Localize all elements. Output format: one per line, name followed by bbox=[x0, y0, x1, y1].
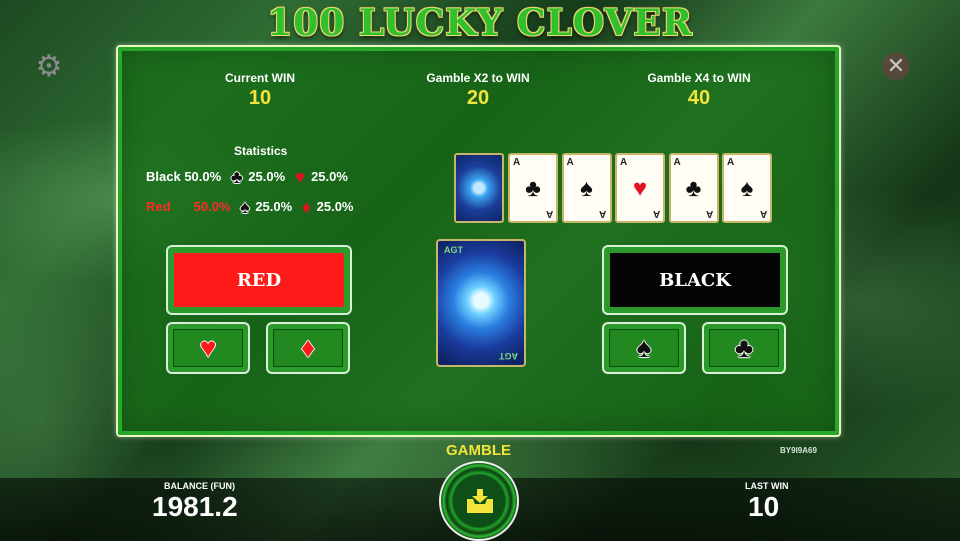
build-code: BY9I9A69 bbox=[780, 446, 817, 455]
last-win-label: LAST WIN bbox=[745, 481, 789, 491]
card-rank: A bbox=[727, 157, 735, 168]
card-rank: A bbox=[706, 208, 714, 219]
stat-row-black: Black 50.0% ♣ 25.0% ♥ 25.0% bbox=[146, 167, 348, 188]
gamble-x2-label: Gamble X2 to WIN bbox=[426, 71, 530, 85]
history-card: A ♠ A bbox=[722, 153, 772, 223]
black-button[interactable]: BLACK bbox=[602, 245, 788, 315]
stat-diamond-percent: 25.0% bbox=[316, 199, 354, 214]
statistics-title: Statistics bbox=[234, 144, 288, 158]
gamble-x4-value: 40 bbox=[687, 87, 711, 109]
history-card: A ♥ A bbox=[615, 153, 665, 223]
club-icon: ♣ bbox=[230, 167, 243, 187]
gamble-card-back: AGT AGT bbox=[436, 239, 526, 367]
gear-icon[interactable]: ⚙ bbox=[34, 52, 64, 82]
stat-red-label: Red bbox=[146, 199, 171, 214]
collect-button[interactable] bbox=[439, 461, 519, 541]
gamble-x4: Gamble X4 to WIN 40 bbox=[609, 71, 789, 110]
current-win: Current WIN 10 bbox=[170, 71, 350, 110]
heart-button[interactable]: ♥ bbox=[166, 322, 250, 374]
card-rank: A bbox=[513, 157, 521, 168]
card-brand-bottom: AGT bbox=[499, 351, 518, 361]
club-button[interactable]: ♣ bbox=[702, 322, 786, 374]
card-suit-icon: ♣ bbox=[685, 175, 702, 202]
gamble-x2: Gamble X2 to WIN 20 bbox=[388, 71, 568, 110]
card-suit-icon: ♣ bbox=[525, 175, 541, 202]
card-rank: A bbox=[566, 157, 574, 168]
card-rank: A bbox=[673, 157, 681, 168]
collect-icon bbox=[463, 487, 497, 515]
balance-value: 1981.2 bbox=[152, 491, 238, 522]
card-rank: A bbox=[599, 208, 607, 219]
club-icon: ♣ bbox=[734, 332, 754, 363]
gamble-x4-label: Gamble X4 to WIN bbox=[647, 71, 751, 85]
gamble-panel: Current WIN 10 Gamble X2 to WIN 20 Gambl… bbox=[116, 45, 841, 437]
card-suit-icon: ♥ bbox=[632, 175, 648, 202]
heart-icon: ♥ bbox=[199, 332, 217, 363]
game-title: 100 LUCKY CLOVER bbox=[267, 2, 693, 44]
stat-black-label: Black bbox=[146, 169, 181, 184]
current-win-label: Current WIN bbox=[225, 71, 295, 85]
card-rank: A bbox=[545, 208, 553, 219]
diamond-icon: ♦ bbox=[300, 332, 316, 363]
card-rank: A bbox=[652, 208, 660, 219]
history-card: A ♠ A bbox=[561, 153, 612, 223]
gamble-label: GAMBLE bbox=[446, 442, 511, 459]
current-win-value: 10 bbox=[248, 87, 272, 109]
stat-row-red: Red 50.0% ♠ 25.0% ♦ 25.0% bbox=[146, 197, 354, 218]
history-card-back bbox=[454, 153, 504, 223]
history-card: A ♣ A bbox=[508, 153, 558, 223]
stat-black-percent: 50.0% bbox=[184, 169, 222, 184]
stat-heart-percent: 25.0% bbox=[311, 169, 348, 184]
card-suit-icon: ♠ bbox=[740, 175, 754, 202]
spade-icon: ♠ bbox=[240, 197, 250, 217]
close-icon[interactable]: ✕ bbox=[882, 52, 910, 80]
red-button-label: RED bbox=[174, 253, 344, 307]
card-rank: A bbox=[620, 157, 628, 168]
stat-spade-percent: 25.0% bbox=[255, 199, 293, 214]
black-button-label: BLACK bbox=[610, 253, 780, 307]
red-button[interactable]: RED bbox=[166, 245, 352, 315]
last-win-value: 10 bbox=[748, 491, 780, 522]
spade-button[interactable]: ♠ bbox=[602, 322, 686, 374]
stat-red-percent: 50.0% bbox=[193, 199, 231, 214]
diamond-button[interactable]: ♦ bbox=[266, 322, 350, 374]
heart-icon: ♥ bbox=[294, 167, 306, 187]
history-card: A ♣ A bbox=[668, 153, 719, 223]
spade-icon: ♠ bbox=[636, 332, 652, 363]
gamble-x2-value: 20 bbox=[466, 87, 490, 109]
card-rank: A bbox=[759, 208, 767, 219]
stat-club-percent: 25.0% bbox=[248, 169, 286, 184]
diamond-icon: ♦ bbox=[301, 197, 311, 217]
balance-label: BALANCE (FUN) bbox=[164, 481, 235, 491]
card-suit-icon: ♠ bbox=[580, 175, 593, 202]
card-brand-top: AGT bbox=[444, 245, 463, 255]
